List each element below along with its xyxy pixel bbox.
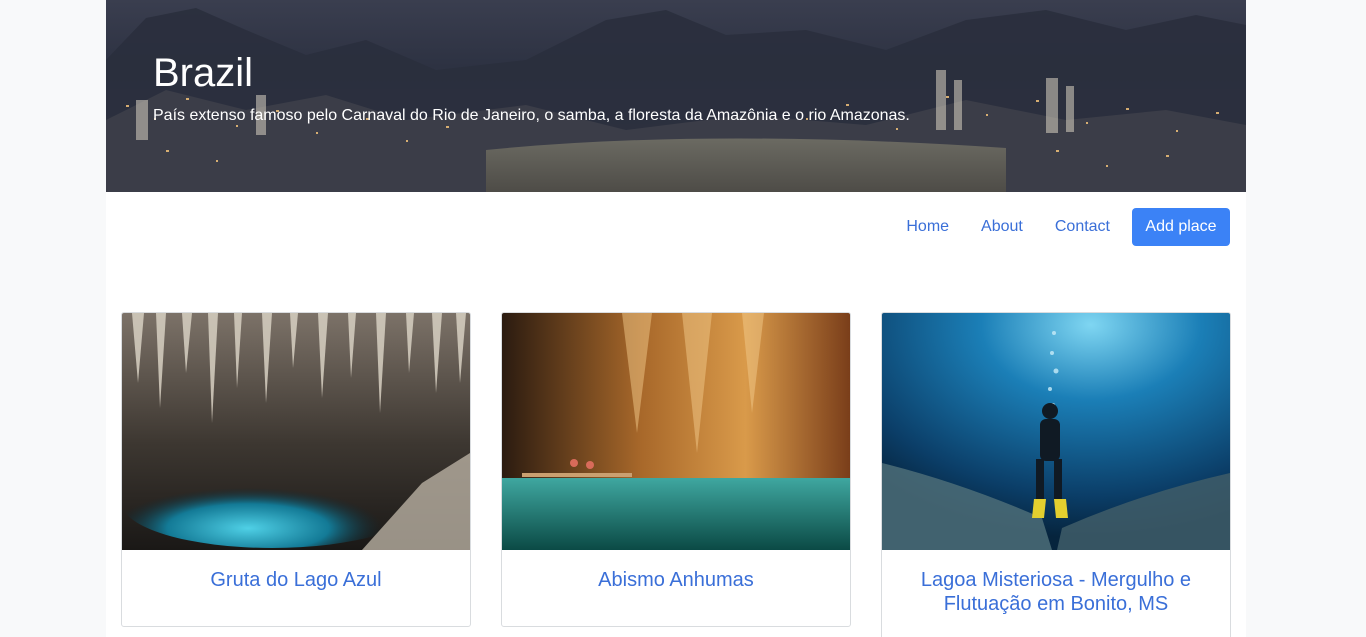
place-photo-abyss[interactable]	[502, 313, 850, 550]
place-card[interactable]: Lagoa Misteriosa - Mergulho e Flutuação …	[881, 312, 1231, 637]
page-container: Brazil País extenso famoso pelo Carnaval…	[106, 0, 1246, 637]
top-nav: Home About Contact Add place	[890, 208, 1230, 246]
place-photo-diver[interactable]	[882, 313, 1230, 550]
nav-link-home[interactable]: Home	[890, 208, 965, 246]
place-title[interactable]: Lagoa Misteriosa - Mergulho e Flutuação …	[882, 550, 1230, 616]
nav-link-contact[interactable]: Contact	[1039, 208, 1126, 246]
place-photo-cave-lake[interactable]	[122, 313, 470, 550]
place-card[interactable]: Gruta do Lago Azul	[121, 312, 471, 627]
place-title[interactable]: Abismo Anhumas	[502, 550, 850, 592]
place-title[interactable]: Gruta do Lago Azul	[122, 550, 470, 592]
page-title: Brazil	[153, 51, 254, 95]
page-subtitle: País extenso famoso pelo Carnaval do Rio…	[153, 107, 910, 124]
add-place-button[interactable]: Add place	[1132, 208, 1230, 246]
hero-background-image	[106, 8, 1246, 192]
hero-banner: Brazil País extenso famoso pelo Carnaval…	[106, 0, 1246, 192]
place-card[interactable]: Abismo Anhumas	[501, 312, 851, 627]
nav-link-about[interactable]: About	[965, 208, 1039, 246]
